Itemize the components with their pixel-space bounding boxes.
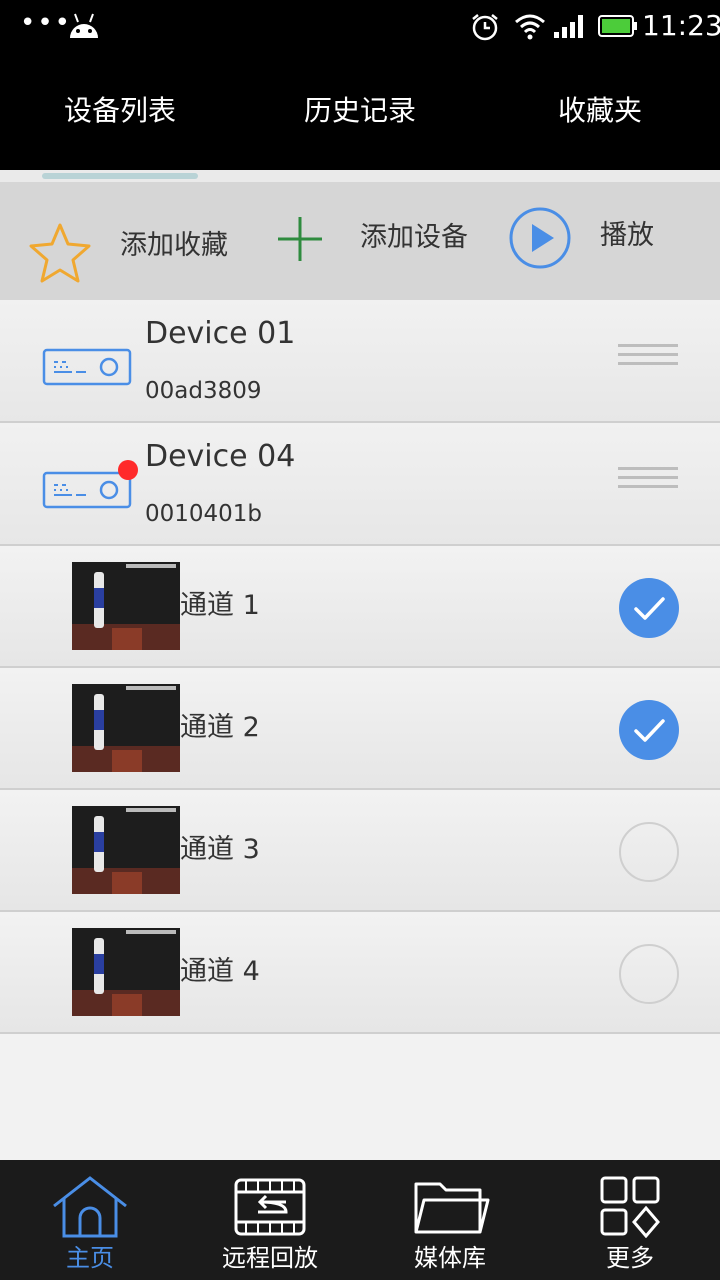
add-favorite-label[interactable]: 添加收藏: [120, 226, 228, 266]
signal-icon: [554, 15, 583, 38]
nav-remote-playback[interactable]: 远程回放: [180, 1160, 360, 1280]
channel-label: 通道 4: [180, 956, 260, 987]
nav-more-label: 更多: [606, 1244, 654, 1272]
playback-film-icon: [234, 1178, 306, 1236]
plus-icon[interactable]: [276, 215, 324, 263]
channel-row[interactable]: 通道 1: [0, 546, 720, 668]
tab-device-list[interactable]: 设备列表: [0, 88, 240, 134]
drag-handle-icon[interactable]: [618, 344, 678, 372]
checked-icon[interactable]: [619, 578, 679, 638]
channel-thumbnail: [72, 806, 180, 894]
unchecked-icon[interactable]: [619, 944, 679, 1004]
tab-history[interactable]: 历史记录: [240, 88, 480, 134]
device-id: 0010401b: [145, 501, 263, 527]
battery-icon: [598, 15, 637, 37]
apps-grid-icon: [600, 1176, 660, 1238]
status-bar: ••• 11:23: [0, 0, 720, 52]
device-name: Device 01: [145, 316, 296, 351]
drag-handle-icon[interactable]: [618, 467, 678, 495]
overflow-dots: •••: [20, 8, 73, 38]
nav-media-library[interactable]: 媒体库: [360, 1160, 540, 1280]
channel-label: 通道 1: [180, 590, 260, 621]
android-icon: [70, 13, 98, 38]
unchecked-icon[interactable]: [619, 822, 679, 882]
folder-icon: [414, 1182, 490, 1234]
add-device-label[interactable]: 添加设备: [360, 218, 468, 258]
tab-indicator: [42, 173, 198, 179]
home-icon: [53, 1176, 127, 1238]
device-name: Device 04: [145, 439, 296, 474]
channel-label: 通道 3: [180, 834, 260, 865]
star-icon[interactable]: [28, 222, 92, 284]
bottom-nav: 主页 远程回放 媒体库 更多: [0, 1160, 720, 1280]
nav-remote-playback-label: 远程回放: [222, 1244, 318, 1272]
device-row[interactable]: Device 04 0010401b: [0, 423, 720, 546]
nav-home-label: 主页: [66, 1244, 114, 1272]
nav-home[interactable]: 主页: [0, 1160, 180, 1280]
clock: 11:23: [642, 9, 720, 42]
tab-indicator-track: [0, 170, 720, 182]
tab-favorites[interactable]: 收藏夹: [480, 88, 720, 134]
device-id: 00ad3809: [145, 378, 262, 404]
device-list: Device 01 00ad3809 Device 04 0010401b 通道…: [0, 300, 720, 1034]
checked-icon[interactable]: [619, 700, 679, 760]
action-toolbar: 添加收藏 添加设备 播放: [0, 182, 720, 300]
alarm-icon: [472, 14, 498, 41]
channel-thumbnail: [72, 928, 180, 1016]
play-label[interactable]: 播放: [600, 216, 654, 256]
channel-thumbnail: [72, 684, 180, 772]
wifi-icon: [515, 14, 545, 40]
top-tab-bar: 设备列表 历史记录 收藏夹: [0, 52, 720, 170]
device-row[interactable]: Device 01 00ad3809: [0, 300, 720, 423]
channel-row[interactable]: 通道 4: [0, 912, 720, 1034]
nav-more[interactable]: 更多: [540, 1160, 720, 1280]
channel-label: 通道 2: [180, 712, 260, 743]
channel-row[interactable]: 通道 2: [0, 668, 720, 790]
dvr-device-icon: [42, 348, 132, 386]
channel-thumbnail: [72, 562, 180, 650]
play-icon[interactable]: [508, 206, 572, 270]
nav-media-library-label: 媒体库: [414, 1244, 486, 1272]
alert-badge: [118, 460, 138, 480]
channel-row[interactable]: 通道 3: [0, 790, 720, 912]
